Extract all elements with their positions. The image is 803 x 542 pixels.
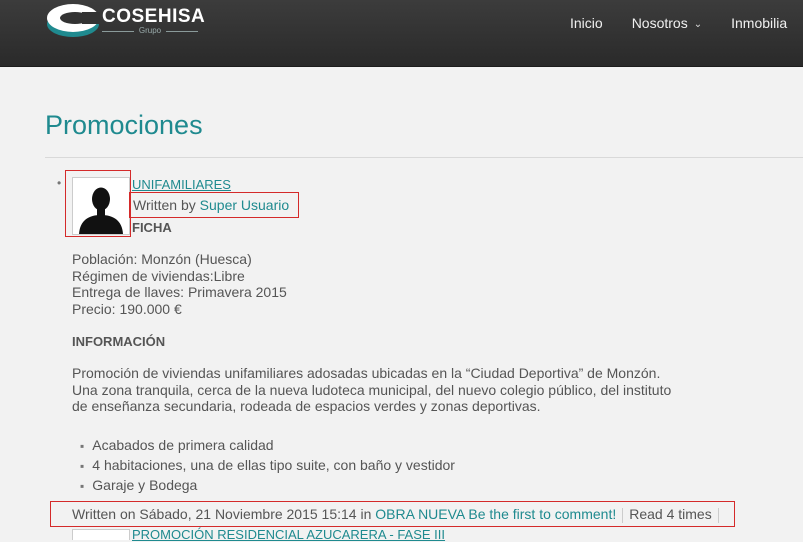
byline-label: Written by [133,197,196,213]
paragraph-line: Promoción de viviendas unifamiliares ado… [72,365,661,381]
page-title: Promociones [45,110,203,140]
author-link[interactable]: Super Usuario [200,197,290,213]
top-navbar: COSEHISA Grupo Inicio Nosotros ⌄ Inmobilia [0,0,803,67]
paragraph-line: Una zona tranquila, cerca de la nueva lu… [72,381,672,398]
nav-item-inmobiliaria[interactable]: Inmobilia [731,15,787,31]
detail-entrega: Entrega de llaves: Primavera 2015 [72,284,287,300]
comment-link[interactable]: Be the first to comment! [468,506,616,522]
read-count: Read 4 times [629,506,712,522]
list-item: Acabados de primera calidad [80,436,455,456]
logo-name: COSEHISA [102,6,206,27]
meta-separator [717,507,719,523]
list-bullet-icon: • [57,176,62,190]
chevron-down-icon: ⌄ [693,19,703,30]
post-byline: Written by Super Usuario [133,197,289,213]
main-nav: Inicio Nosotros ⌄ Inmobilia [570,15,803,33]
list-item: Garaje y Bodega [80,476,455,496]
user-silhouette-icon [73,178,129,234]
author-avatar[interactable] [72,177,130,235]
logo-subtitle: Grupo [102,26,198,35]
property-details: Población: Monzón (Huesca) Régimen de vi… [72,251,287,317]
detail-poblacion: Población: Monzón (Huesca) [72,251,252,267]
features-list: Acabados de primera calidad 4 habitacion… [80,436,455,496]
nav-item-inicio[interactable]: Inicio [570,15,603,31]
ficha-heading: FICHA [132,220,172,235]
category-link[interactable]: OBRA NUEVA [375,506,464,522]
list-item: 4 habitaciones, una de ellas tipo suite,… [80,456,455,476]
post-title-link[interactable]: UNIFAMILIARES [132,177,231,192]
detail-precio: Precio: 190.000 € [72,300,182,317]
info-paragraph: Promoción de viviendas unifamiliares ado… [72,365,671,415]
detail-regimen: Régimen de viviendas:Libre [72,267,245,284]
meta-separator [622,507,624,523]
nav-item-nosotros[interactable]: Nosotros ⌄ [632,15,702,31]
paragraph-line: de enseñanza secundaria, rodeada de espa… [72,398,541,414]
written-on-text: Written on Sábado, 21 Noviembre 2015 15:… [72,506,372,522]
post-meta: Written on Sábado, 21 Noviembre 2015 15:… [72,506,725,523]
info-heading: INFORMACIÓN [72,334,166,349]
nav-item-label: Nosotros [631,15,688,31]
logo-mark-icon [47,4,100,37]
divider [45,157,803,158]
site-logo[interactable]: COSEHISA Grupo [46,2,206,38]
